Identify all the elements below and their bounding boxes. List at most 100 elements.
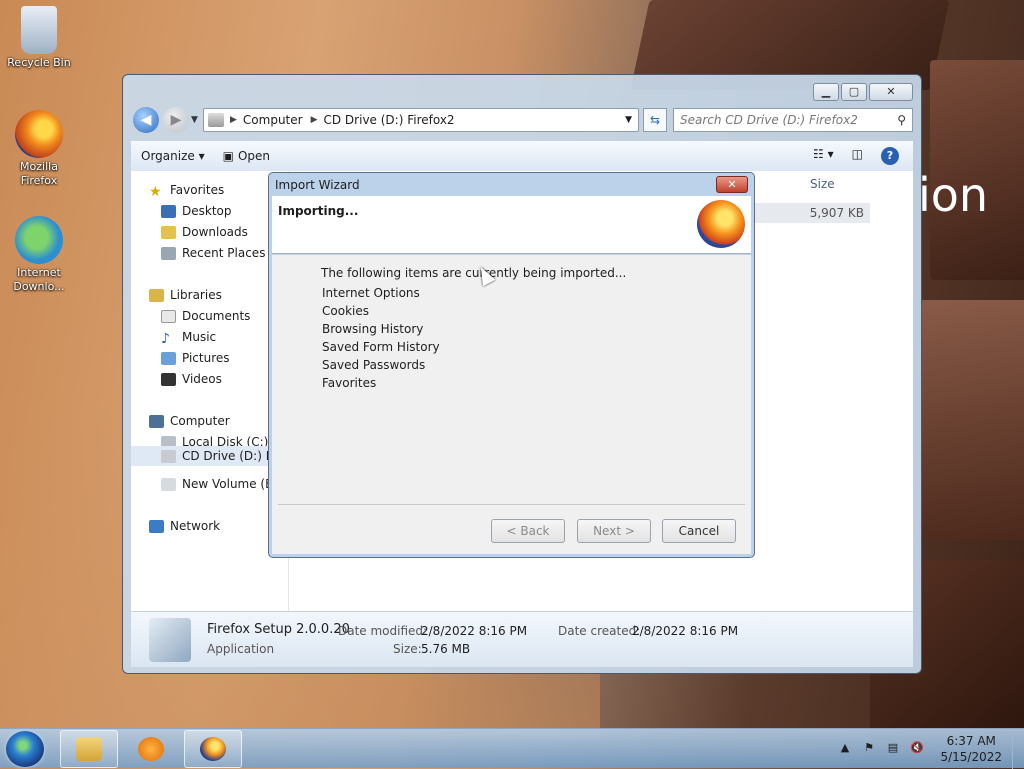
back-button[interactable]: ◀ bbox=[133, 107, 159, 133]
show-desktop-button[interactable] bbox=[1012, 729, 1024, 769]
date-modified-value: 2/8/2022 8:16 PM bbox=[421, 624, 528, 638]
nav-label: Libraries bbox=[170, 288, 222, 302]
nav-label: Downloads bbox=[182, 225, 248, 239]
refresh-button[interactable]: ⇆ bbox=[643, 108, 667, 132]
desktop-icon-label: Mozilla Firefox bbox=[20, 160, 58, 187]
recent-pages-dropdown[interactable]: ▼ bbox=[191, 115, 198, 125]
nav-network[interactable]: Network bbox=[149, 519, 220, 533]
nav-label: New Volume (E:) bbox=[182, 477, 282, 491]
date-created-label: Date created: bbox=[558, 624, 641, 638]
system-tray: ▲ ⚑ ▤ 🔇 bbox=[838, 741, 924, 755]
file-name: Firefox Setup 2.0.0.20 bbox=[207, 622, 350, 637]
nav-downloads[interactable]: Downloads bbox=[161, 225, 248, 239]
chevron-right-icon[interactable]: ▶ bbox=[311, 115, 318, 125]
desktop-icon-recycle-bin[interactable]: Recycle Bin bbox=[1, 6, 77, 70]
nav-new-volume[interactable]: New Volume (E:) bbox=[161, 477, 281, 491]
nav-desktop[interactable]: Desktop bbox=[161, 204, 232, 218]
nav-libraries[interactable]: Libraries bbox=[149, 288, 222, 302]
breadcrumb-cd-drive[interactable]: CD Drive (D:) Firefox2 bbox=[324, 113, 455, 127]
address-dropdown-icon[interactable]: ▼ bbox=[625, 115, 632, 125]
star-icon: ★ bbox=[149, 183, 162, 200]
dialog-header: Importing... bbox=[272, 196, 751, 254]
back-button[interactable]: < Back bbox=[491, 519, 565, 543]
change-view-icon[interactable]: ☷ ▾ bbox=[813, 147, 834, 165]
dialog-close-button[interactable]: ✕ bbox=[716, 176, 748, 193]
search-icon[interactable]: ⚲ bbox=[897, 113, 906, 127]
maximize-button[interactable]: ▢ bbox=[841, 83, 867, 101]
action-center-flag-icon[interactable]: ⚑ bbox=[862, 741, 876, 755]
open-button[interactable]: ▣ Open bbox=[223, 149, 270, 163]
address-bar[interactable]: ▶ Computer ▶ CD Drive (D:) Firefox2 ▼ bbox=[203, 108, 639, 132]
import-item: Saved Passwords bbox=[322, 358, 426, 372]
show-hidden-icons-icon[interactable]: ▲ bbox=[838, 741, 852, 755]
nav-label: Favorites bbox=[170, 183, 225, 197]
close-button[interactable]: ✕ bbox=[869, 83, 913, 101]
nav-pictures[interactable]: Pictures bbox=[161, 351, 230, 365]
search-placeholder: Search CD Drive (D:) Firefox2 bbox=[680, 113, 858, 127]
desktop-icon-firefox[interactable]: Mozilla Firefox bbox=[1, 110, 77, 188]
organize-label: Organize ▾ bbox=[141, 149, 205, 163]
nav-recent-places[interactable]: Recent Places bbox=[161, 246, 265, 260]
desktop-icon-label: Internet Downlo... bbox=[13, 266, 65, 293]
nav-documents[interactable]: Documents bbox=[161, 309, 250, 323]
details-pane: Firefox Setup 2.0.0.20 Application Date … bbox=[131, 611, 913, 667]
network-icon bbox=[149, 519, 164, 533]
nav-music[interactable]: ♪ Music bbox=[161, 330, 217, 347]
desktop-icon bbox=[161, 204, 176, 218]
dialog-body: The following items are currently being … bbox=[272, 255, 751, 554]
nav-cd-drive[interactable]: CD Drive (D:) Fire bbox=[131, 446, 289, 466]
divider bbox=[278, 504, 745, 505]
import-intro-text: The following items are currently being … bbox=[321, 266, 627, 280]
recycle-bin-icon bbox=[21, 6, 57, 54]
nav-label: Documents bbox=[182, 309, 251, 323]
cancel-button[interactable]: Cancel bbox=[662, 519, 736, 543]
clock-time: 6:37 AM bbox=[946, 734, 996, 748]
help-icon[interactable]: ? bbox=[881, 147, 899, 165]
file-type: Application bbox=[207, 642, 275, 656]
file-size-cell[interactable]: 5,907 KB bbox=[752, 203, 870, 223]
nav-videos[interactable]: Videos bbox=[161, 372, 222, 386]
nav-favorites[interactable]: ★ Favorites bbox=[149, 183, 225, 200]
taskbar-explorer[interactable] bbox=[60, 730, 118, 768]
taskbar-media-player[interactable] bbox=[122, 730, 180, 768]
dialog-title: Import Wizard bbox=[275, 178, 360, 192]
chevron-right-icon[interactable]: ▶ bbox=[230, 115, 237, 125]
music-icon: ♪ bbox=[161, 330, 170, 347]
network-icon[interactable]: ▤ bbox=[886, 741, 900, 755]
volume-muted-icon[interactable]: 🔇 bbox=[910, 741, 924, 755]
start-button[interactable] bbox=[6, 731, 44, 767]
nav-label: Computer bbox=[170, 414, 230, 428]
recent-places-icon bbox=[161, 246, 176, 260]
nav-label: Recent Places bbox=[182, 246, 266, 260]
open-label: Open bbox=[237, 149, 271, 163]
minimize-button[interactable]: ▁ bbox=[813, 83, 839, 101]
forward-button[interactable]: ▶ bbox=[163, 107, 189, 133]
search-input[interactable]: Search CD Drive (D:) Firefox2 ⚲ bbox=[673, 108, 913, 132]
cd-drive-icon bbox=[161, 449, 176, 463]
nav-label: Videos bbox=[182, 372, 222, 386]
preview-pane-icon[interactable]: ◫ bbox=[852, 147, 863, 165]
dialog-heading: Importing... bbox=[278, 204, 359, 218]
nav-label: Network bbox=[170, 519, 221, 533]
breadcrumb-computer[interactable]: Computer bbox=[243, 113, 303, 127]
column-header-size[interactable]: Size bbox=[810, 177, 835, 191]
import-item: Cookies bbox=[322, 304, 369, 318]
folder-icon bbox=[76, 737, 102, 761]
videos-icon bbox=[161, 372, 176, 386]
nav-label: Music bbox=[182, 330, 217, 344]
organize-button[interactable]: Organize ▾ bbox=[141, 149, 205, 163]
size-label: Size: bbox=[393, 642, 422, 656]
media-player-icon bbox=[138, 737, 164, 761]
nav-label: Desktop bbox=[182, 204, 232, 218]
next-button[interactable]: Next > bbox=[577, 519, 651, 543]
taskbar-firefox[interactable] bbox=[184, 730, 242, 768]
desktop-icon-internet-download-manager[interactable]: Internet Downlo... bbox=[1, 216, 77, 294]
date-modified-label: Date modified: bbox=[338, 624, 428, 638]
cd-drive-icon bbox=[208, 113, 224, 127]
clock[interactable]: 6:37 AM 5/15/2022 bbox=[940, 733, 1002, 765]
command-bar: Organize ▾ ▣ Open ☷ ▾ ◫ ? bbox=[131, 141, 913, 171]
desktop-icon-label: Recycle Bin bbox=[7, 56, 71, 69]
nav-computer[interactable]: Computer bbox=[149, 414, 230, 428]
navigation-pane: ★ Favorites Desktop Downloads Recent Pla… bbox=[131, 171, 289, 611]
documents-icon bbox=[161, 309, 176, 323]
